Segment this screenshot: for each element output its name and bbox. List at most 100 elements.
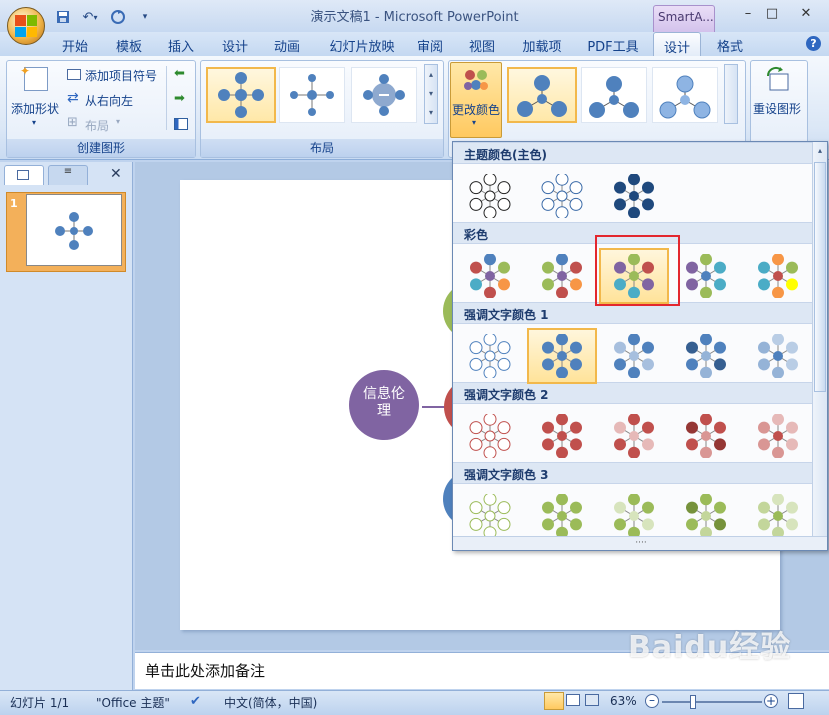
help-icon[interactable]: ? xyxy=(806,36,821,51)
layout-option-2[interactable] xyxy=(279,67,345,123)
tab-home[interactable]: 开始 xyxy=(54,32,96,56)
slides-tab[interactable] xyxy=(4,165,44,185)
reset-graphic-button[interactable]: 重设图形 xyxy=(753,100,801,117)
right-to-left-icon: ⇄ xyxy=(67,90,79,106)
text-pane-icon[interactable] xyxy=(174,118,188,130)
promote-arrow-icon[interactable]: ⬅ xyxy=(174,66,185,81)
color-option-1-3[interactable] xyxy=(599,168,669,224)
color-option-3-4[interactable] xyxy=(671,328,741,384)
scroll-up-icon[interactable]: ▴ xyxy=(814,146,826,158)
color-option-preview-icon xyxy=(686,254,726,298)
section-header-theme-colors: 主题颜色(主色) xyxy=(453,142,813,164)
tab-animation[interactable]: 动画 xyxy=(266,32,308,56)
style-option-3[interactable] xyxy=(652,67,718,123)
watermark: Baidu经验 xyxy=(628,630,792,665)
slideshow-view-icon[interactable] xyxy=(585,694,599,706)
scroll-thumb[interactable] xyxy=(814,162,826,392)
zoom-out-icon[interactable]: – xyxy=(645,694,659,708)
section-header-accent-3: 强调文字颜色 3 xyxy=(453,462,813,484)
style-option-1[interactable] xyxy=(507,67,577,123)
demote-arrow-icon[interactable]: ➡ xyxy=(174,91,185,106)
color-option-4-4[interactable] xyxy=(671,408,741,464)
color-option-4-3[interactable] xyxy=(599,408,669,464)
office-button[interactable] xyxy=(7,7,45,45)
layout-group-label: 布局 xyxy=(201,139,443,157)
smartart-tools-tab[interactable]: SmartA... xyxy=(653,5,715,32)
tab-pdf-tools[interactable]: PDF工具 xyxy=(582,32,644,56)
color-option-preview-icon xyxy=(542,414,582,458)
zoom-slider-track[interactable] xyxy=(662,701,762,703)
tab-smartart-design[interactable]: 设计 xyxy=(653,32,701,56)
color-option-preview-icon xyxy=(614,494,654,538)
color-option-preview-icon xyxy=(469,334,511,378)
highlight-box xyxy=(595,235,680,306)
color-option-preview-icon xyxy=(614,174,654,218)
style-option-2[interactable] xyxy=(581,67,647,123)
change-colors-menu: 主题颜色(主色) 彩色 强调文字颜色 1 强调文字颜色 2 强调文字颜色 3 ▴… xyxy=(452,141,828,551)
layout-org-icon: ⊞ xyxy=(67,115,78,130)
tab-insert[interactable]: 插入 xyxy=(160,32,202,56)
color-option-preview-icon xyxy=(758,494,798,538)
zoom-in-icon[interactable]: + xyxy=(764,694,778,708)
layout-dropdown-icon: ▾ xyxy=(116,117,121,126)
color-option-preview-icon xyxy=(758,334,798,378)
tab-view[interactable]: 视图 xyxy=(460,32,504,56)
close-button[interactable]: ✕ xyxy=(794,6,818,24)
slide-sorter-icon[interactable] xyxy=(566,694,580,706)
color-option-3-1[interactable] xyxy=(455,328,525,384)
normal-view-icon[interactable] xyxy=(544,692,564,710)
spell-check-icon[interactable]: ✔ xyxy=(190,694,201,709)
add-shape-dropdown-icon[interactable]: ▾ xyxy=(32,118,36,127)
layout-gallery-scroll[interactable]: ▴ ▾ ▾ xyxy=(424,64,438,124)
color-option-2-2[interactable] xyxy=(527,248,597,304)
color-option-preview-icon xyxy=(758,254,798,298)
slides-tab-icon xyxy=(17,170,29,180)
color-option-preview-icon xyxy=(686,414,726,458)
tab-review[interactable]: 审阅 xyxy=(410,32,450,56)
maximize-button[interactable]: □ xyxy=(760,6,784,24)
change-colors-icon xyxy=(462,66,490,97)
color-option-2-1[interactable] xyxy=(455,248,525,304)
zoom-slider-thumb[interactable] xyxy=(690,695,696,709)
color-option-4-1[interactable] xyxy=(455,408,525,464)
tab-design[interactable]: 设计 xyxy=(214,32,256,56)
add-shape-star-icon: ✦ xyxy=(20,64,31,78)
color-option-1-1[interactable] xyxy=(455,168,525,224)
add-bullet-button[interactable]: 添加项目符号 xyxy=(85,67,157,84)
layout-option-3[interactable] xyxy=(351,67,417,123)
color-option-3-2[interactable] xyxy=(527,328,597,384)
color-option-4-5[interactable] xyxy=(743,408,813,464)
outline-tab[interactable]: ≡ xyxy=(48,165,88,185)
change-colors-label: 更改颜色 xyxy=(452,103,501,117)
fit-to-window-icon[interactable] xyxy=(788,693,804,709)
smartart-node-center[interactable]: 信息伦理 xyxy=(349,370,419,440)
right-to-left-button[interactable]: 从右向左 xyxy=(85,92,133,109)
styles-gallery-scroll[interactable] xyxy=(724,64,738,124)
colors-menu-scrollbar[interactable]: ▴ xyxy=(812,142,827,537)
add-shape-button[interactable]: 添加形状 xyxy=(11,100,59,117)
section-header-accent-2: 强调文字颜色 2 xyxy=(453,382,813,404)
zoom-level[interactable]: 63% xyxy=(610,694,637,708)
color-option-preview-icon xyxy=(469,414,511,458)
layout-button: 布局 xyxy=(85,119,110,133)
color-option-2-4[interactable] xyxy=(671,248,741,304)
color-option-1-2[interactable] xyxy=(527,168,597,224)
tab-addins[interactable]: 加载项 xyxy=(514,32,570,56)
slide-thumbnail[interactable] xyxy=(26,194,122,266)
color-option-3-3[interactable] xyxy=(599,328,669,384)
language-indicator[interactable]: 中文(简体，中国) xyxy=(224,694,317,711)
color-option-preview-icon xyxy=(470,254,510,298)
color-option-3-5[interactable] xyxy=(743,328,813,384)
tab-slideshow[interactable]: 幻灯片放映 xyxy=(320,32,404,56)
layout-option-1[interactable] xyxy=(206,67,276,123)
tab-format[interactable]: 格式 xyxy=(708,32,752,56)
color-option-preview-icon xyxy=(686,334,726,378)
change-colors-dropdown-icon: ▾ xyxy=(472,118,477,127)
color-option-4-2[interactable] xyxy=(527,408,597,464)
close-panel-icon[interactable]: ✕ xyxy=(110,166,122,182)
slide-counter: 幻灯片 1/1 xyxy=(10,696,70,710)
color-option-2-5[interactable] xyxy=(743,248,813,304)
resize-grip[interactable]: ···· xyxy=(453,536,827,550)
tab-templates[interactable]: 模板 xyxy=(108,32,150,56)
minimize-button[interactable]: – xyxy=(736,6,760,24)
